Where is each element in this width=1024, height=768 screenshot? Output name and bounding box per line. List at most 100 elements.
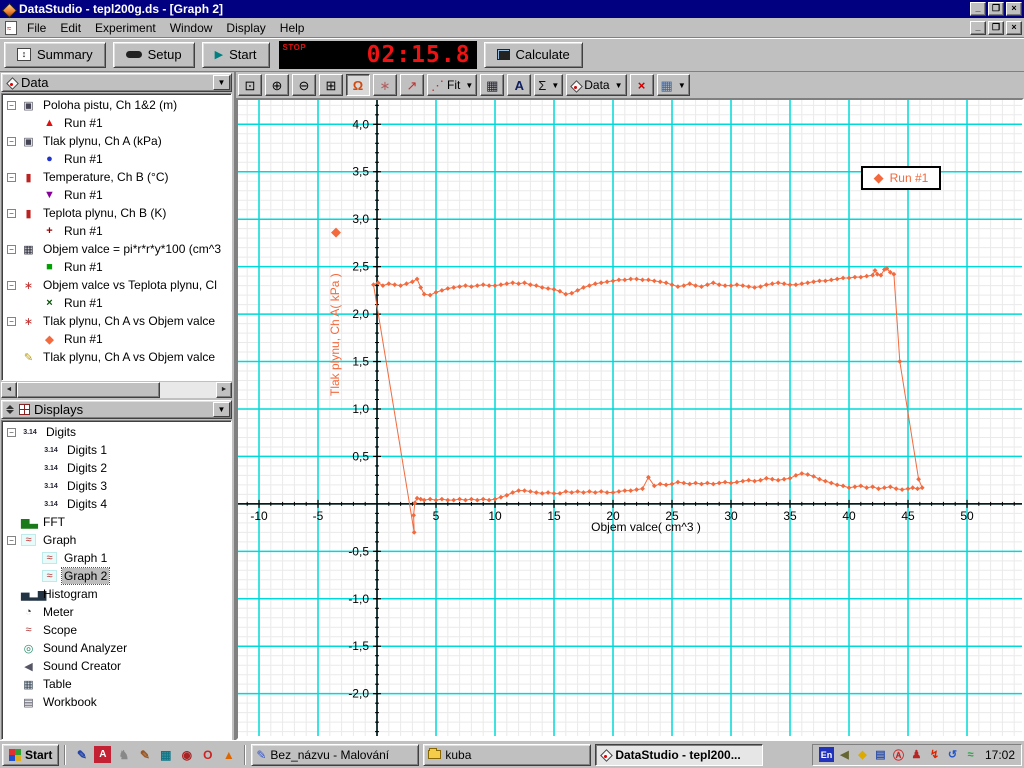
document-icon[interactable]: [5, 20, 17, 35]
graph-settings-dropdown-arrow[interactable]: ▼: [676, 81, 686, 90]
expand-toggle[interactable]: −: [7, 316, 16, 326]
data-item-poloha-pistu-ch-1-2-m[interactable]: − ▣ Poloha pistu, Ch 1&2 (m): [2, 96, 231, 114]
quick-launch-messenger-icon[interactable]: ♞: [115, 746, 132, 763]
statistics-dropdown-arrow[interactable]: ▼: [549, 81, 559, 90]
data-item-temperature-ch-b-c[interactable]: − ▮ Temperature, Ch B (°C): [2, 168, 231, 186]
data-item-run-1[interactable]: ▲ Run #1: [2, 114, 231, 132]
data-button[interactable]: Data ▼: [566, 74, 627, 96]
data-dropdown-arrow[interactable]: ▼: [613, 81, 623, 90]
scroll-left-arrow[interactable]: ◄: [1, 382, 17, 398]
quick-launch-paint-icon[interactable]: ✎: [136, 746, 153, 763]
calculate-button[interactable]: Calculate: [483, 41, 583, 68]
tray-ati-icon[interactable]: Ⓐ: [891, 747, 906, 762]
text-annotation-button[interactable]: A: [507, 74, 532, 96]
tray-tweakui-icon[interactable]: ◆: [855, 747, 870, 762]
close-button[interactable]: ×: [1006, 2, 1022, 16]
display-item-digits-4[interactable]: 3.14 Digits 4: [2, 495, 231, 513]
tray-scheduler-icon[interactable]: ▤: [873, 747, 888, 762]
summary-button[interactable]: ↕ Summary: [4, 41, 106, 68]
expand-toggle[interactable]: −: [7, 280, 16, 290]
display-item-workbook[interactable]: ▤ Workbook: [2, 693, 231, 711]
tray-update-icon[interactable]: ↺: [945, 747, 960, 762]
setup-button[interactable]: Setup: [112, 41, 195, 68]
tray-power-icon[interactable]: ↯: [927, 747, 942, 762]
child-restore-button[interactable]: ❐: [988, 20, 1004, 35]
expand-toggle[interactable]: −: [7, 244, 16, 254]
task-paint[interactable]: ✎ Bez_názvu - Malování: [251, 743, 420, 766]
data-item-run-1[interactable]: × Run #1: [2, 294, 231, 312]
tray-language-indicator-icon[interactable]: En: [818, 747, 834, 762]
smart-tool-button[interactable]: Ω: [346, 74, 370, 96]
data-item-run-1[interactable]: + Run #1: [2, 222, 231, 240]
tray-network-icon[interactable]: ≈: [963, 747, 978, 762]
data-item-objem-valce-vs-teplota-plynu-c[interactable]: − ∗ Objem valce vs Teplota plynu, Cl: [2, 276, 231, 294]
task-datastudio[interactable]: DataStudio - tepl200...: [595, 743, 764, 766]
child-minimize-button[interactable]: _: [970, 20, 986, 35]
start-button-experiment[interactable]: ▶ Start: [201, 41, 270, 68]
tray-volume-icon[interactable]: ◀: [837, 747, 852, 762]
expand-toggle[interactable]: −: [7, 208, 16, 218]
minimize-button[interactable]: _: [970, 2, 986, 16]
display-item-meter[interactable]: ◔ Meter: [2, 603, 231, 621]
display-item-digits[interactable]: −3.14 Digits: [2, 423, 231, 441]
menu-window[interactable]: Window: [163, 19, 220, 37]
calculator-button[interactable]: ▦: [480, 74, 505, 96]
expand-toggle[interactable]: −: [7, 535, 16, 545]
data-panel-dropdown-arrow[interactable]: ▼: [213, 75, 230, 90]
statistics-button[interactable]: Σ ▼: [534, 74, 564, 96]
data-item-run-1[interactable]: ● Run #1: [2, 150, 231, 168]
data-item-tlak-plynu-ch-a-vs-objem-valce[interactable]: − ∗ Tlak plynu, Ch A vs Objem valce: [2, 312, 231, 330]
display-item-graph[interactable]: − ≈ Graph: [2, 531, 231, 549]
fit-button[interactable]: ⋰ Fit ▼: [427, 74, 478, 96]
quick-launch-winamp-icon[interactable]: ▲: [220, 746, 237, 763]
display-item-digits-2[interactable]: 3.14 Digits 2: [2, 459, 231, 477]
data-item-run-1[interactable]: ◆ Run #1: [2, 330, 231, 348]
quick-launch-show-desktop-icon[interactable]: ✎: [73, 746, 90, 763]
quick-launch-opera-icon[interactable]: O: [199, 746, 216, 763]
tray-agent-icon[interactable]: ♟: [909, 747, 924, 762]
data-item-tlak-plynu-ch-a-kpa[interactable]: − ▣ Tlak plynu, Ch A (kPa): [2, 132, 231, 150]
displays-panel-header[interactable]: Displays ▼: [1, 400, 232, 419]
scroll-right-arrow[interactable]: ►: [216, 382, 232, 398]
menu-file[interactable]: File: [20, 19, 53, 37]
scroll-thumb[interactable]: [17, 382, 161, 398]
expand-toggle[interactable]: −: [7, 100, 16, 110]
data-item-run-1[interactable]: ■ Run #1: [2, 258, 231, 276]
display-item-digits-3[interactable]: 3.14 Digits 3: [2, 477, 231, 495]
display-item-fft[interactable]: ▆▃ FFT: [2, 513, 231, 531]
display-item-table[interactable]: ▦ Table: [2, 675, 231, 693]
data-item-tlak-plynu-ch-a-vs-objem-valce[interactable]: ✎ Tlak plynu, Ch A vs Objem valce: [2, 348, 231, 366]
graph-settings-button[interactable]: ▦ ▼: [656, 74, 690, 96]
delete-button[interactable]: ×: [629, 74, 654, 96]
displays-panel-dropdown-arrow[interactable]: ▼: [213, 402, 230, 417]
plot-area[interactable]: -10 -5 5 10 15 20 25 30 35 40 45 50 4,0 3,5 3,0 2,5 2,0 1…: [236, 98, 1024, 740]
expand-toggle[interactable]: −: [7, 427, 16, 437]
menu-edit[interactable]: Edit: [53, 19, 88, 37]
quick-launch-acrobat-icon[interactable]: A: [94, 746, 112, 763]
display-item-sound-analyzer[interactable]: ◎ Sound Analyzer: [2, 639, 231, 657]
quick-launch-calculator-icon[interactable]: ▦: [157, 746, 174, 763]
quick-launch-dragon-icon[interactable]: ◉: [178, 746, 195, 763]
zoom-out-button[interactable]: ⊖: [292, 74, 316, 96]
display-item-histogram[interactable]: ▅▂▆ Histogram: [2, 585, 231, 603]
display-item-graph-2[interactable]: ≈ Graph 2: [2, 567, 231, 585]
legend[interactable]: ◆ Run #1: [861, 166, 941, 190]
scale-to-fit-button[interactable]: ⊡: [238, 74, 262, 96]
slope-tool-button[interactable]: ↗: [400, 74, 424, 96]
zoom-select-button[interactable]: ⊞: [319, 74, 343, 96]
data-panel-header[interactable]: Data ▼: [1, 73, 232, 92]
fit-dropdown-arrow[interactable]: ▼: [463, 81, 473, 90]
chart-canvas[interactable]: -10 -5 5 10 15 20 25 30 35 40 45 504,03,53,02,52,01…: [238, 100, 1022, 736]
display-item-graph-1[interactable]: ≈ Graph 1: [2, 549, 231, 567]
display-item-digits-1[interactable]: 3.14 Digits 1: [2, 441, 231, 459]
data-tree-hscrollbar[interactable]: ◄ ►: [1, 382, 232, 398]
smart-cursor-xy-button[interactable]: ∗: [373, 74, 397, 96]
data-item-run-1[interactable]: ▼ Run #1: [2, 186, 231, 204]
zoom-in-button[interactable]: ⊕: [265, 74, 289, 96]
menu-display[interactable]: Display: [219, 19, 272, 37]
menu-help[interactable]: Help: [273, 19, 312, 37]
panel-splitter-icon[interactable]: [6, 405, 14, 414]
data-item-teplota-plynu-ch-b-k[interactable]: − ▮ Teplota plynu, Ch B (K): [2, 204, 231, 222]
child-close-button[interactable]: ×: [1006, 20, 1022, 35]
display-item-sound-creator[interactable]: ◀ Sound Creator: [2, 657, 231, 675]
